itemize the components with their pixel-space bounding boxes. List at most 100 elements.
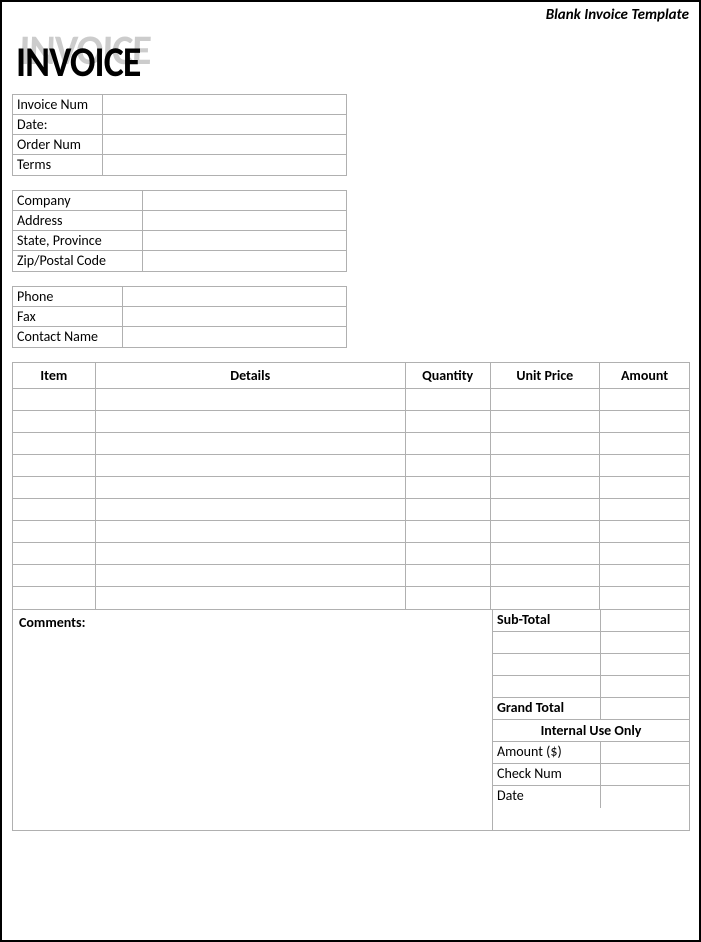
table-cell[interactable]	[406, 499, 491, 521]
table-cell[interactable]	[600, 499, 689, 521]
table-cell[interactable]	[600, 565, 689, 587]
fax-field[interactable]	[123, 307, 346, 326]
table-row	[13, 565, 689, 587]
internal-check-value[interactable]	[601, 764, 689, 785]
totals-block: Sub-Total Grand Total Internal Use Only	[493, 610, 689, 830]
table-cell[interactable]	[96, 433, 406, 455]
bottom-section: Comments: Sub-Total Grand Total	[12, 610, 690, 831]
subtotal-value[interactable]	[601, 610, 689, 631]
table-cell[interactable]	[13, 477, 96, 499]
table-cell[interactable]	[96, 521, 406, 543]
table-cell[interactable]	[96, 543, 406, 565]
totals-row4-label[interactable]	[493, 676, 601, 697]
internal-use-header: Internal Use Only	[493, 720, 689, 741]
invoice-num-label: Invoice Num	[13, 95, 103, 114]
table-cell[interactable]	[600, 389, 689, 411]
table-cell[interactable]	[406, 389, 491, 411]
table-cell[interactable]	[491, 389, 601, 411]
table-row	[13, 411, 689, 433]
table-cell[interactable]	[96, 565, 406, 587]
table-cell[interactable]	[13, 411, 96, 433]
table-cell[interactable]	[600, 477, 689, 499]
col-quantity-header: Quantity	[406, 363, 491, 389]
table-cell[interactable]	[13, 389, 96, 411]
table-cell[interactable]	[491, 411, 601, 433]
table-cell[interactable]	[96, 411, 406, 433]
table-row	[13, 477, 689, 499]
table-cell[interactable]	[13, 587, 96, 609]
table-cell[interactable]	[600, 433, 689, 455]
table-cell[interactable]	[13, 499, 96, 521]
table-cell[interactable]	[13, 433, 96, 455]
address-field[interactable]	[143, 211, 346, 230]
col-details-header: Details	[96, 363, 406, 389]
table-cell[interactable]	[96, 477, 406, 499]
order-num-label: Order Num	[13, 135, 103, 154]
table-cell[interactable]	[406, 565, 491, 587]
invoice-num-field[interactable]	[103, 95, 346, 114]
terms-field[interactable]	[103, 155, 346, 175]
address-label: Address	[13, 211, 143, 230]
table-cell[interactable]	[491, 543, 601, 565]
table-cell[interactable]	[491, 477, 601, 499]
table-row	[13, 521, 689, 543]
table-cell[interactable]	[406, 477, 491, 499]
table-cell[interactable]	[96, 455, 406, 477]
items-table: Item Details Quantity Unit Price Amount	[13, 363, 689, 609]
table-cell[interactable]	[491, 433, 601, 455]
table-cell[interactable]	[600, 521, 689, 543]
date-field[interactable]	[103, 115, 346, 134]
table-cell[interactable]	[13, 521, 96, 543]
table-cell[interactable]	[406, 455, 491, 477]
totals-row2-value[interactable]	[601, 632, 689, 653]
phone-field[interactable]	[123, 287, 346, 306]
table-cell[interactable]	[406, 433, 491, 455]
fax-label: Fax	[13, 307, 123, 326]
table-cell[interactable]	[13, 565, 96, 587]
state-field[interactable]	[143, 231, 346, 250]
totals-row3-label[interactable]	[493, 654, 601, 675]
totals-row2-label[interactable]	[493, 632, 601, 653]
comments-label[interactable]: Comments:	[13, 610, 493, 830]
col-unitprice-header: Unit Price	[491, 363, 601, 389]
table-cell[interactable]	[600, 411, 689, 433]
table-cell[interactable]	[96, 389, 406, 411]
totals-row4-value[interactable]	[601, 676, 689, 697]
zip-field[interactable]	[143, 251, 346, 271]
table-cell[interactable]	[406, 521, 491, 543]
table-cell[interactable]	[600, 587, 689, 609]
totals-row3-value[interactable]	[601, 654, 689, 675]
table-cell[interactable]	[96, 499, 406, 521]
table-cell[interactable]	[600, 455, 689, 477]
grandtotal-value[interactable]	[601, 698, 689, 719]
table-row	[13, 433, 689, 455]
order-num-field[interactable]	[103, 135, 346, 154]
internal-date-value[interactable]	[601, 786, 689, 808]
invoice-logo: INVOICE INVOICE	[16, 30, 689, 80]
company-label: Company	[13, 191, 143, 210]
items-section: Item Details Quantity Unit Price Amount	[12, 362, 690, 610]
internal-check-label: Check Num	[493, 764, 601, 785]
table-cell[interactable]	[491, 565, 601, 587]
table-cell[interactable]	[13, 543, 96, 565]
table-cell[interactable]	[600, 543, 689, 565]
company-field[interactable]	[143, 191, 346, 210]
contact-name-field[interactable]	[123, 327, 346, 347]
col-item-header: Item	[13, 363, 96, 389]
table-cell[interactable]	[491, 455, 601, 477]
table-cell[interactable]	[406, 411, 491, 433]
contact-info-block: Phone Fax Contact Name	[12, 286, 347, 348]
zip-label: Zip/Postal Code	[13, 251, 143, 271]
table-cell[interactable]	[96, 587, 406, 609]
table-cell[interactable]	[491, 521, 601, 543]
table-cell[interactable]	[406, 587, 491, 609]
internal-amount-value[interactable]	[601, 742, 689, 763]
table-cell[interactable]	[491, 499, 601, 521]
table-cell[interactable]	[491, 587, 601, 609]
table-cell[interactable]	[13, 455, 96, 477]
internal-date-label: Date	[493, 786, 601, 808]
col-amount-header: Amount	[600, 363, 689, 389]
state-label: State, Province	[13, 231, 143, 250]
table-cell[interactable]	[406, 543, 491, 565]
table-row	[13, 389, 689, 411]
